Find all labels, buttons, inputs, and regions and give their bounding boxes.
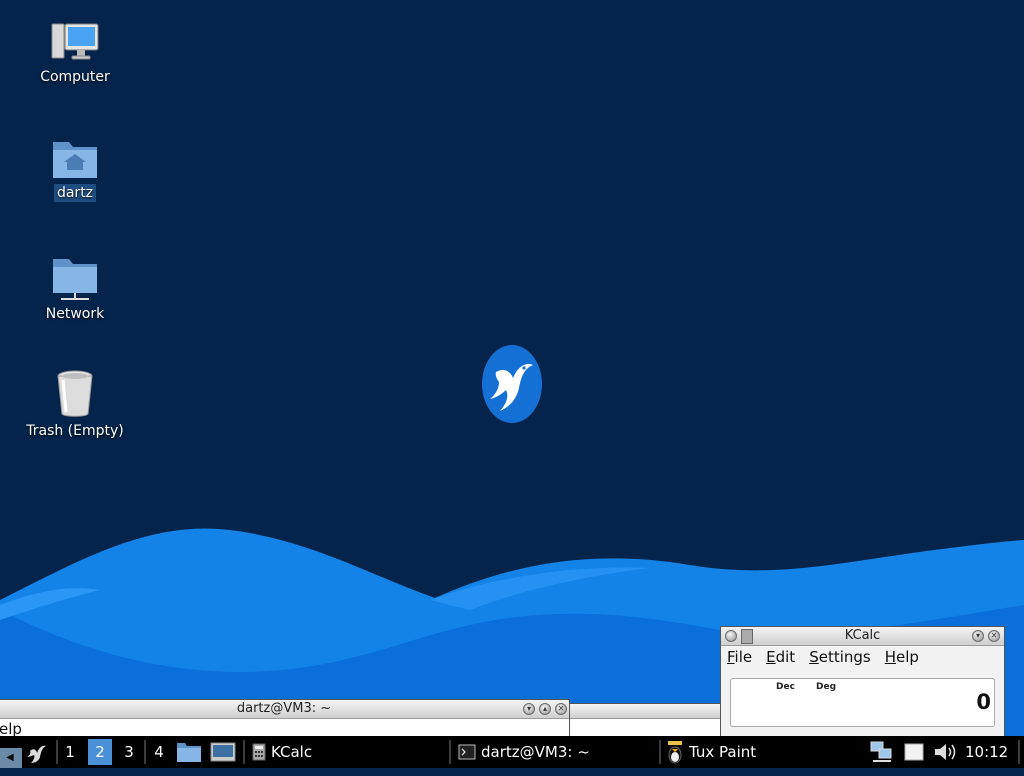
background-window — [560, 703, 735, 739]
calculator-icon — [252, 743, 266, 761]
kcalc-title: KCalc — [844, 628, 881, 643]
terminal-title: dartz@VM3: ~ — [236, 701, 332, 716]
desktop: Computer dartz Network Trash (Empty) dar… — [0, 0, 1024, 768]
task-label: KCalc — [271, 743, 313, 761]
file-manager-launcher[interactable] — [176, 736, 204, 768]
menu-settings[interactable]: Settings — [809, 646, 871, 668]
folder-icon — [177, 743, 201, 762]
network-icon — [870, 741, 892, 762]
clipboard-status[interactable] — [903, 736, 927, 768]
close-button[interactable]: ✕ — [988, 630, 1000, 642]
computer-icon — [51, 23, 99, 60]
network-folder-icon — [53, 259, 97, 300]
separator — [243, 740, 245, 764]
terminal-titlebar[interactable]: dartz@VM3: ~ ▾ ▴ ✕ — [0, 700, 569, 719]
task-label: Tux Paint — [689, 743, 757, 761]
terminal-icon — [458, 744, 476, 760]
trash-icon — [57, 370, 93, 417]
desktop-icon-computer[interactable]: Computer — [20, 22, 130, 86]
volume-icon — [935, 744, 956, 760]
workspace-3[interactable]: 3 — [117, 739, 141, 765]
desktop-icon — [210, 742, 236, 762]
clock[interactable]: 10:12 — [965, 736, 1015, 768]
separator — [449, 740, 451, 764]
separator — [659, 740, 661, 764]
menu-file[interactable]: File — [727, 646, 752, 668]
workspace-1[interactable]: 1 — [58, 739, 82, 765]
calc-display: Dec Deg 0 — [730, 678, 995, 727]
desktop-icon-home[interactable]: dartz — [20, 138, 130, 202]
network-status[interactable] — [870, 736, 896, 768]
desktop-icon-label: Computer — [40, 69, 110, 85]
menu-help[interactable]: Help — [885, 646, 919, 668]
terminal-window[interactable]: dartz@VM3: ~ ▾ ▴ ✕ elp — [0, 699, 570, 739]
desktop-icon-trash[interactable]: Trash (Empty) — [20, 370, 130, 440]
taskbar: ◀ 1 2 3 4 KCalc dartz@VM3: ~ Tux Paint 1… — [0, 736, 1024, 768]
separator — [1018, 740, 1020, 764]
task-kcalc[interactable]: KCalc — [252, 736, 442, 768]
tux-paint-icon — [668, 741, 682, 764]
home-folder-icon — [53, 142, 97, 178]
task-tux-paint[interactable]: Tux Paint — [666, 736, 816, 768]
task-terminal[interactable]: dartz@VM3: ~ — [458, 736, 648, 768]
desktop-icon-label: Network — [45, 306, 105, 322]
taskbar-scroll-left-button[interactable]: ◀ — [0, 748, 22, 768]
desktop-icon-label: Trash (Empty) — [26, 423, 124, 439]
kcalc-titlebar[interactable]: KCalc ▾ ✕ — [721, 627, 1004, 646]
window-menu-button[interactable] — [725, 630, 737, 642]
start-menu-button[interactable] — [24, 736, 52, 768]
calculator-icon — [741, 629, 753, 644]
show-desktop-button[interactable] — [210, 736, 238, 768]
clipboard-icon — [904, 743, 924, 761]
display-value: 0 — [976, 690, 991, 714]
menu-edit[interactable]: Edit — [766, 646, 795, 668]
desktop-icon-network[interactable]: Network — [20, 255, 130, 323]
maximize-button[interactable]: ▴ — [539, 703, 551, 715]
distro-logo — [482, 345, 542, 423]
angle-mode-indicator: Deg — [816, 682, 837, 692]
desktop-icon-label: dartz — [53, 184, 97, 202]
base-mode-indicator: Dec — [776, 682, 795, 692]
kcalc-window[interactable]: KCalc ▾ ✕ File Edit Settings Help Dec De… — [720, 626, 1005, 739]
close-button[interactable]: ✕ — [555, 703, 567, 715]
volume-control[interactable] — [933, 736, 959, 768]
minimize-button[interactable]: ▾ — [972, 630, 984, 642]
task-label: dartz@VM3: ~ — [481, 743, 590, 761]
distro-menu-icon — [27, 745, 46, 763]
workspace-2[interactable]: 2 — [88, 739, 112, 765]
background-window-titlebar — [561, 704, 734, 719]
separator — [144, 740, 146, 764]
kcalc-menubar: File Edit Settings Help — [721, 646, 1004, 668]
workspace-4[interactable]: 4 — [147, 739, 171, 765]
minimize-button[interactable]: ▾ — [523, 703, 535, 715]
